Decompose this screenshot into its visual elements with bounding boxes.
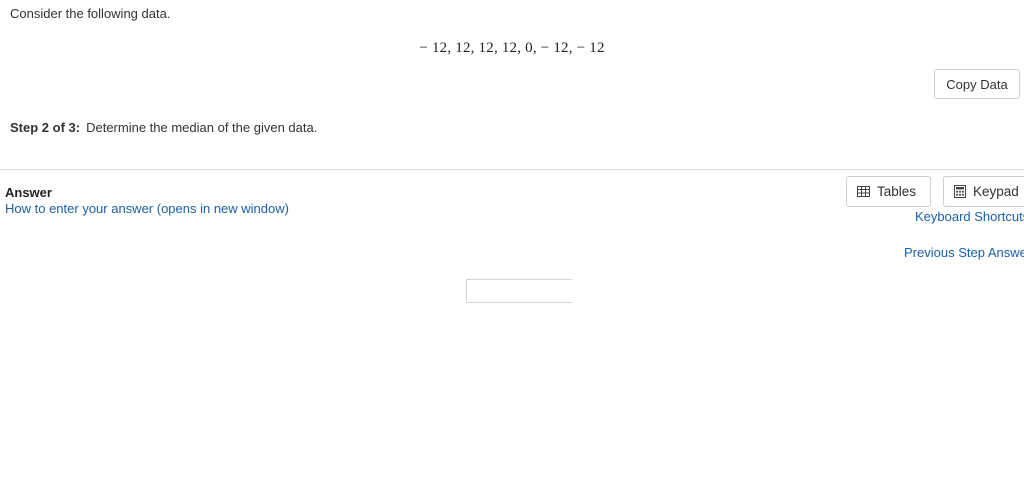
previous-step-answers-link[interactable]: Previous Step Answers [904, 245, 1024, 260]
answer-heading: Answer [5, 185, 52, 200]
step-text: Determine the median of the given data. [86, 120, 318, 135]
step-separator: : [75, 120, 81, 135]
step-instruction: Step 2 of 3: Determine the median of the … [10, 120, 317, 135]
keyboard-shortcuts-link[interactable]: Keyboard Shortcuts [915, 209, 1024, 224]
question-intro: Consider the following data. [10, 6, 171, 21]
question-page: Consider the following data. − 12, 12, 1… [0, 0, 1024, 478]
copy-data-button[interactable]: Copy Data [934, 69, 1020, 99]
keypad-button[interactable]: Keypad [943, 176, 1024, 207]
keypad-label: Keypad [973, 184, 1019, 199]
section-divider [0, 169, 1024, 170]
how-to-enter-answer-link[interactable]: How to enter your answer (opens in new w… [5, 201, 289, 216]
tables-button[interactable]: Tables [846, 176, 931, 207]
calculator-icon [954, 185, 966, 198]
answer-input[interactable] [466, 279, 572, 303]
tables-label: Tables [877, 184, 917, 199]
step-label: Step 2 of 3 [10, 120, 76, 135]
table-icon [857, 186, 870, 197]
data-set: − 12, 12, 12, 12, 0, − 12, − 12 [419, 40, 605, 56]
